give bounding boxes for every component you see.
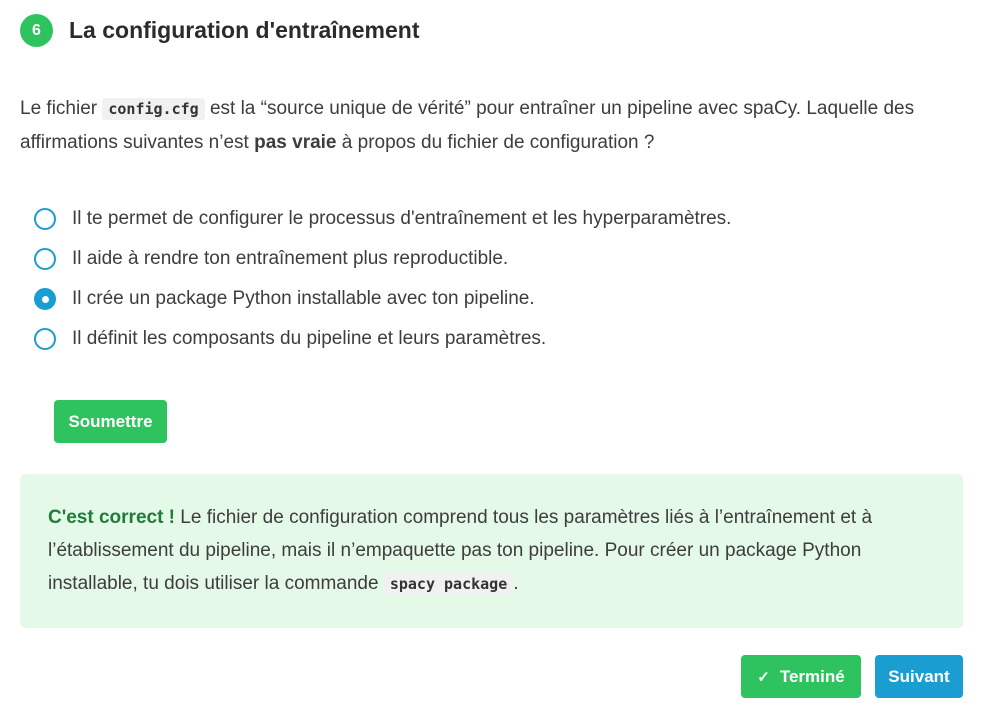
feedback-text-end: .	[513, 573, 519, 594]
option-3[interactable]: Il crée un package Python installable av…	[34, 279, 731, 319]
exercise-title: La configuration d'entraînement	[69, 17, 420, 43]
option-label: Il aide à rendre ton entraînement plus r…	[72, 248, 509, 269]
question-emphasis: pas vraie	[254, 132, 337, 153]
radio-option-2[interactable]	[34, 248, 56, 270]
radio-option-1[interactable]	[34, 208, 56, 230]
option-label: Il définit les composants du pipeline et…	[72, 328, 547, 349]
done-button[interactable]: ✓ Terminé	[741, 655, 861, 698]
exercise-header: 6 La configuration d'entraînement	[20, 14, 420, 47]
done-label: Terminé	[779, 666, 845, 686]
radio-option-4[interactable]	[34, 328, 56, 350]
option-1[interactable]: Il te permet de configurer le processus …	[34, 199, 731, 239]
question-text: Le fichier config.cfg est la “source uni…	[20, 92, 970, 159]
check-icon: ✓	[757, 668, 770, 686]
feedback-box: C'est correct ! Le fichier de configurat…	[20, 474, 963, 628]
option-label: Il crée un package Python installable av…	[72, 288, 535, 309]
spacy-package-code: spacy package	[383, 573, 514, 595]
radio-option-3[interactable]	[34, 288, 56, 310]
option-4[interactable]: Il définit les composants du pipeline et…	[34, 319, 731, 359]
option-label: Il te permet de configurer le processus …	[72, 208, 732, 229]
step-number-badge: 6	[20, 14, 53, 47]
config-code: config.cfg	[102, 98, 205, 120]
submit-button[interactable]: Soumettre	[54, 400, 167, 443]
answer-options: Il te permet de configurer le processus …	[34, 199, 731, 359]
question-text-before: Le fichier	[20, 98, 103, 119]
next-button[interactable]: Suivant	[875, 655, 963, 698]
question-text-after: à propos du fichier de configuration ?	[336, 132, 655, 153]
correct-label: C'est correct !	[48, 507, 176, 528]
option-2[interactable]: Il aide à rendre ton entraînement plus r…	[34, 239, 731, 279]
